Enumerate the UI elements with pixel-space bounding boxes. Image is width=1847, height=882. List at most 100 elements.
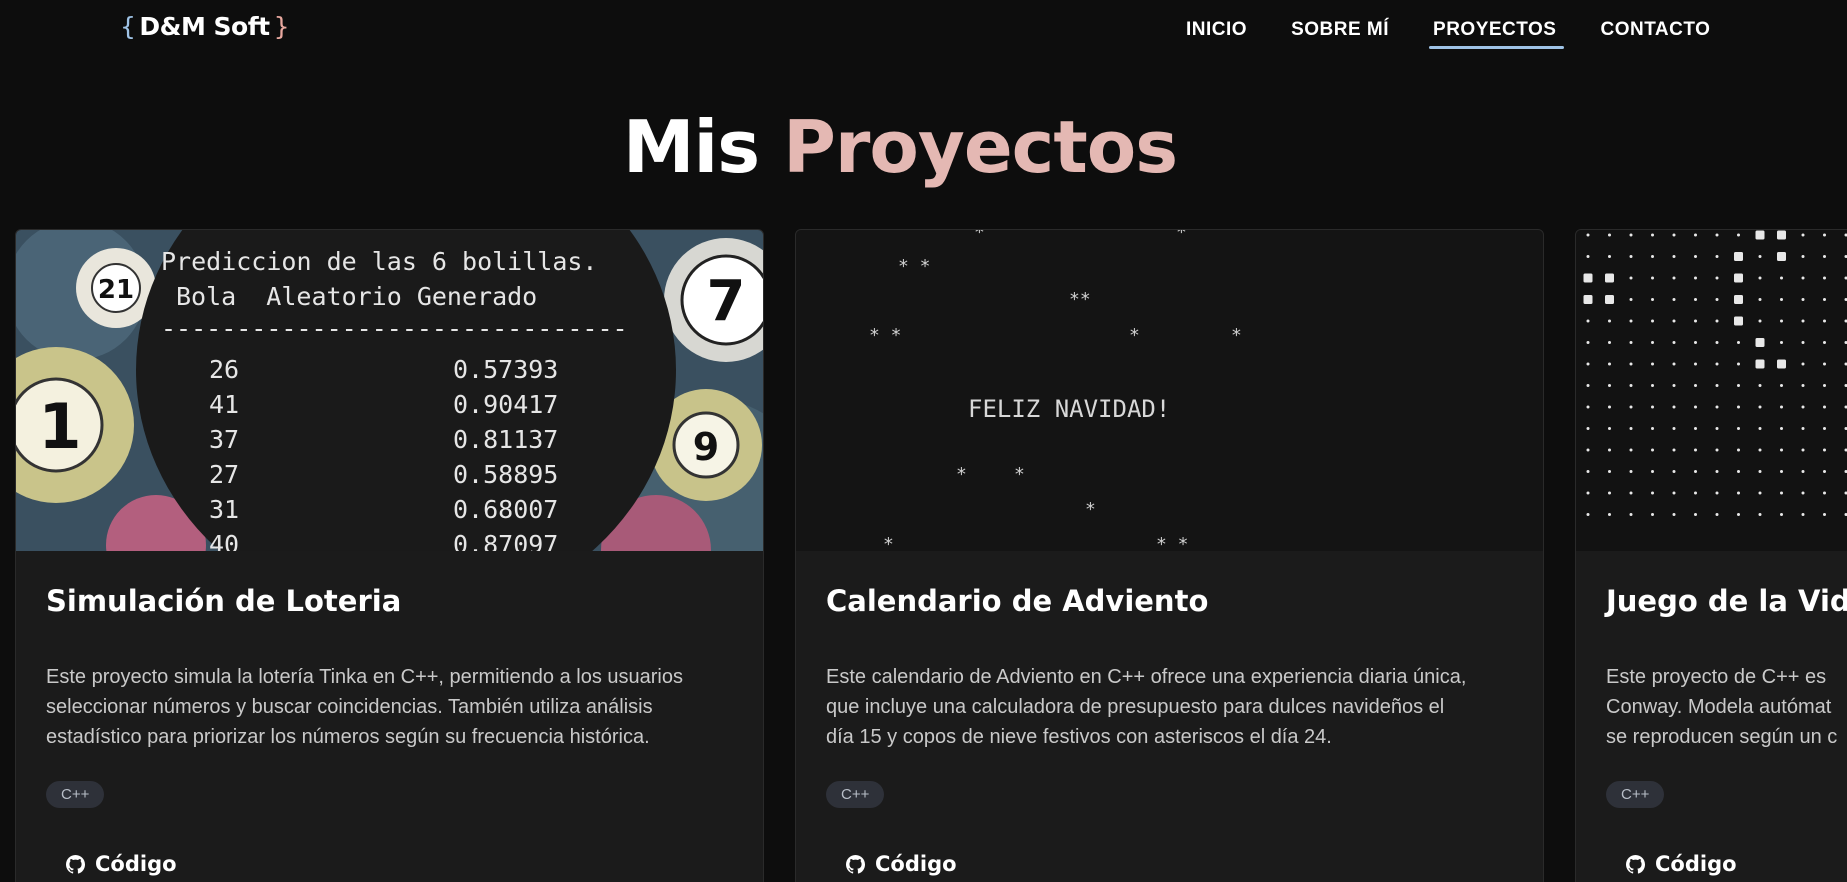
life-cell-dot bbox=[1758, 491, 1762, 495]
life-cell-dot bbox=[1586, 341, 1590, 344]
life-cell-dot bbox=[1737, 362, 1740, 366]
nav-inicio[interactable]: INICIO bbox=[1186, 19, 1251, 49]
life-cell-dot bbox=[1629, 491, 1633, 495]
life-cell-dot bbox=[1694, 298, 1697, 301]
life-cell-alive bbox=[1755, 338, 1765, 347]
life-cell-dot bbox=[1651, 298, 1654, 301]
life-cell-dot bbox=[1586, 255, 1590, 258]
life-cell-dot bbox=[1651, 405, 1654, 409]
code-link[interactable]: Código bbox=[846, 852, 957, 876]
feliz-navidad-text: FELIZ NAVIDAD! bbox=[968, 395, 1170, 423]
life-cell-dot bbox=[1629, 384, 1633, 387]
site-logo[interactable]: {D&M Soft} bbox=[120, 12, 289, 41]
life-cell-dot bbox=[1651, 491, 1654, 495]
svg-text:7: 7 bbox=[707, 269, 746, 334]
life-cell-dot bbox=[1801, 491, 1805, 495]
life-cell-dot bbox=[1672, 298, 1676, 301]
life-cell-dot bbox=[1694, 384, 1697, 387]
life-cell-dot bbox=[1586, 319, 1590, 323]
life-cell-dot bbox=[1780, 513, 1783, 516]
life-cell-dot bbox=[1672, 362, 1676, 366]
life-cell-dot bbox=[1694, 427, 1697, 430]
svg-text:9: 9 bbox=[693, 425, 719, 469]
tech-tag: C++ bbox=[46, 781, 105, 808]
svg-text:0.57393: 0.57393 bbox=[453, 355, 558, 384]
life-cell-dot bbox=[1758, 255, 1762, 258]
life-cell-dot bbox=[1823, 470, 1826, 473]
nav-proyectos[interactable]: PROYECTOS bbox=[1429, 19, 1565, 49]
project-title: Juego de la Vida bbox=[1606, 584, 1847, 618]
nav-sobre-mi[interactable]: SOBRE MÍ bbox=[1291, 19, 1393, 49]
life-cell-dot bbox=[1672, 513, 1676, 516]
life-cell-dot bbox=[1801, 298, 1805, 301]
life-cell-alive bbox=[1755, 230, 1765, 240]
life-cell-dot bbox=[1823, 513, 1826, 516]
life-cell-dot bbox=[1651, 319, 1654, 323]
life-cell-dot bbox=[1608, 427, 1611, 430]
console-heading: Prediccion de las 6 bolillas. bbox=[161, 247, 598, 276]
life-cell-dot bbox=[1586, 470, 1590, 473]
life-cell-dot bbox=[1629, 362, 1633, 366]
life-cell-dot bbox=[1780, 491, 1783, 495]
life-cell-dot bbox=[1651, 233, 1654, 237]
svg-text:* *: * * bbox=[1156, 534, 1189, 551]
life-cell-dot bbox=[1608, 405, 1611, 409]
project-thumbnail-loteria: 21 7 1 9 Prediccion de las 6 bolillas. B… bbox=[16, 230, 763, 551]
code-link[interactable]: Código bbox=[66, 852, 177, 876]
svg-text:26: 26 bbox=[209, 355, 239, 384]
project-thumbnail-adviento: * * * * ** * * * * * * * * * * FELIZ NAV… bbox=[796, 230, 1543, 551]
life-cell-alive bbox=[1583, 273, 1593, 283]
life-cell-dot bbox=[1715, 384, 1719, 387]
life-cell-dot bbox=[1651, 384, 1654, 387]
life-cell-dot bbox=[1629, 341, 1633, 344]
life-cell-dot bbox=[1737, 513, 1740, 516]
life-cell-dot bbox=[1608, 341, 1611, 344]
life-cell-dot bbox=[1651, 341, 1654, 344]
life-cell-dot bbox=[1672, 470, 1676, 473]
life-cell-dot bbox=[1801, 255, 1805, 258]
life-cell-dot bbox=[1801, 427, 1805, 430]
svg-text:*: * bbox=[1014, 464, 1025, 485]
life-cell-dot bbox=[1758, 319, 1762, 323]
life-cell-dot bbox=[1737, 448, 1740, 452]
life-cell-dot bbox=[1608, 255, 1611, 258]
life-cell-dot bbox=[1694, 276, 1697, 280]
page-title: Mis Proyectos bbox=[0, 105, 1800, 189]
life-cell-dot bbox=[1672, 276, 1676, 280]
life-cell-dot bbox=[1715, 491, 1719, 495]
life-cell-dot bbox=[1629, 427, 1633, 430]
life-cell-dot bbox=[1629, 276, 1633, 280]
life-cell-dot bbox=[1780, 448, 1783, 452]
life-cell-dot bbox=[1694, 362, 1697, 366]
life-cell-dot bbox=[1715, 319, 1719, 323]
tech-tag: C++ bbox=[1606, 781, 1665, 808]
logo-brace-open: { bbox=[120, 12, 136, 41]
life-cell-dot bbox=[1758, 427, 1762, 430]
svg-text:*: * bbox=[1231, 325, 1242, 346]
life-cell-dot bbox=[1694, 341, 1697, 344]
project-title: Simulación de Loteria bbox=[46, 584, 402, 618]
svg-text:31: 31 bbox=[209, 495, 239, 524]
life-cell-alive bbox=[1777, 359, 1786, 369]
console-columns: Bola Aleatorio Generado bbox=[176, 282, 537, 311]
life-cell-dot bbox=[1672, 233, 1676, 237]
svg-text:* *: * * bbox=[869, 325, 902, 346]
life-cell-alive bbox=[1777, 252, 1786, 261]
svg-text:41: 41 bbox=[209, 390, 239, 419]
life-cell-dot bbox=[1801, 513, 1805, 516]
life-cell-dot bbox=[1801, 448, 1805, 452]
svg-text:0.87097: 0.87097 bbox=[453, 530, 558, 551]
nav-contacto[interactable]: CONTACTO bbox=[1600, 19, 1714, 49]
code-link[interactable]: Código bbox=[1626, 852, 1737, 876]
life-cell-dot bbox=[1629, 255, 1633, 258]
svg-text:0.81137: 0.81137 bbox=[453, 425, 558, 454]
life-cell-dot bbox=[1780, 319, 1783, 323]
life-cell-dot bbox=[1823, 448, 1826, 452]
project-description: Este calendario de Adviento en C++ ofrec… bbox=[826, 666, 1467, 748]
page-title-part2: Proyectos bbox=[783, 105, 1178, 189]
life-cell-dot bbox=[1715, 362, 1719, 366]
life-cell-dot bbox=[1694, 405, 1697, 409]
life-cell-dot bbox=[1715, 513, 1719, 516]
life-cell-dot bbox=[1715, 298, 1719, 301]
tech-tag: C++ bbox=[826, 781, 885, 808]
